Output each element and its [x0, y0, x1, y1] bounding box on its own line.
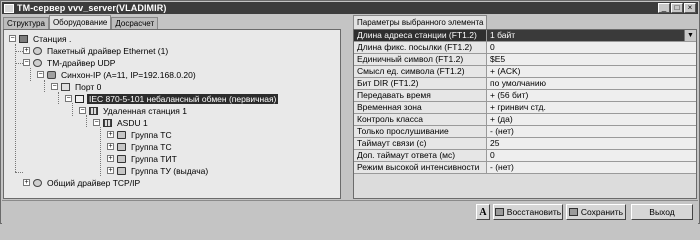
property-row[interactable]: Единичный символ (FT1.2) $E5: [354, 54, 696, 66]
asdu-icon: [103, 118, 112, 127]
structure-panel: Структура Оборудование Досрасчет − Станц…: [3, 15, 343, 199]
property-row[interactable]: Передавать время + (56 бит): [354, 90, 696, 102]
tree-node-group-ts-2[interactable]: + Группа ТС: [107, 141, 174, 152]
network-driver-icon: [33, 46, 42, 55]
group-icon: [117, 142, 126, 151]
tree-node-port[interactable]: − Порт 0: [51, 81, 103, 92]
property-row[interactable]: Доп. таймаут ответа (мс) 0: [354, 150, 696, 162]
tree-node-station[interactable]: − Станция .: [9, 33, 73, 44]
save-button[interactable]: Сохранить: [566, 204, 626, 220]
property-row[interactable]: Таймаут связи (с) 25: [354, 138, 696, 150]
property-row[interactable]: Смысл ед. символа (FT1.2) + (ACK): [354, 66, 696, 78]
protocol-icon: [75, 94, 84, 103]
tab-equipment[interactable]: Оборудование: [48, 15, 112, 30]
tree-node-ethernet-driver[interactable]: + Пакетный драйвер Ethernet (1): [23, 45, 170, 56]
bottom-toolbar: A Восстановить Сохранить Выход: [2, 200, 698, 224]
app-icon: [4, 3, 14, 13]
tree-node-group-ts-1[interactable]: + Группа ТС: [107, 129, 174, 140]
collapse-icon[interactable]: −: [51, 83, 58, 90]
property-row[interactable]: Режим высокой интенсивности - (нет): [354, 162, 696, 174]
collapse-icon[interactable]: −: [23, 59, 30, 66]
tree-node-asdu[interactable]: − ASDU 1: [93, 117, 150, 128]
app-window: TM-сервер vvv_server(VLADIMIR) _ □ × Стр…: [0, 0, 700, 224]
tree-node-udp-driver[interactable]: − TM-драйвер UDP: [23, 57, 117, 68]
title-bar[interactable]: TM-сервер vvv_server(VLADIMIR) _ □ ×: [2, 2, 698, 14]
expand-icon[interactable]: +: [23, 47, 30, 54]
remote-station-icon: [89, 106, 98, 115]
computer-icon: [19, 34, 28, 43]
font-button[interactable]: A: [476, 204, 490, 220]
left-tab-strip: Структура Оборудование Досрасчет: [3, 15, 159, 30]
tree-node-remote-station[interactable]: − Удаленная станция 1: [79, 105, 189, 116]
group-icon: [117, 154, 126, 163]
group-icon: [117, 166, 126, 175]
network-driver-icon: [33, 58, 42, 67]
collapse-icon[interactable]: −: [37, 71, 44, 78]
exit-button[interactable]: Выход: [631, 204, 693, 220]
port-icon: [61, 82, 70, 91]
maximize-button[interactable]: □: [671, 3, 683, 13]
property-row[interactable]: Длина фикс. посылки (FT1.2) 0: [354, 42, 696, 54]
close-button[interactable]: ×: [684, 3, 696, 13]
expand-icon[interactable]: +: [23, 179, 30, 186]
group-icon: [117, 130, 126, 139]
collapse-icon[interactable]: −: [93, 119, 100, 126]
collapse-icon[interactable]: −: [65, 95, 72, 102]
expand-icon[interactable]: +: [107, 167, 114, 174]
tree-node-group-tu[interactable]: + Группа ТУ (выдача): [107, 165, 210, 176]
dropdown-arrow-icon[interactable]: ▼: [684, 30, 696, 41]
expand-icon[interactable]: +: [107, 143, 114, 150]
property-grid: Длина адреса станции (FT1.2) 1 байт ▼ Дли…: [353, 29, 697, 199]
save-icon: [568, 208, 578, 216]
properties-panel: Параметры выбранного элемента Длина адре…: [353, 15, 699, 199]
tree-node-tcpip-driver[interactable]: + Общий драйвер TCP/IP: [23, 177, 142, 188]
device-icon: [47, 70, 56, 79]
restore-button[interactable]: Восстановить: [493, 204, 563, 220]
property-value-dropdown[interactable]: 1 байт ▼: [487, 30, 696, 41]
expand-icon[interactable]: +: [107, 131, 114, 138]
network-driver-icon: [33, 178, 42, 187]
tree-node-sinchon-ip[interactable]: − Синхон-IP (A=11, IP=192.168.0.20): [37, 69, 198, 80]
minimize-button[interactable]: _: [658, 3, 670, 13]
equipment-tree[interactable]: − Станция . + Пакетный драйвер Ethernet …: [3, 29, 341, 199]
expand-icon[interactable]: +: [107, 155, 114, 162]
property-row[interactable]: Длина адреса станции (FT1.2) 1 байт ▼: [354, 30, 696, 42]
property-row[interactable]: Бит DIR (FT1.2) по умолчанию: [354, 78, 696, 90]
window-controls: _ □ ×: [658, 3, 696, 13]
restore-icon: [494, 208, 504, 216]
property-row[interactable]: Временная зона + гринвич стд.: [354, 102, 696, 114]
window-title: TM-сервер vvv_server(VLADIMIR): [17, 3, 167, 13]
collapse-icon[interactable]: −: [9, 35, 16, 42]
tab-selected-params[interactable]: Параметры выбранного элемента: [353, 15, 488, 30]
collapse-icon[interactable]: −: [79, 107, 86, 114]
tree-node-iec-protocol[interactable]: − IEC 870-5-101 небалансный обмен (перви…: [65, 93, 279, 104]
property-row[interactable]: Только прослушивание - (нет): [354, 126, 696, 138]
property-row[interactable]: Контроль класса + (да): [354, 114, 696, 126]
tree-node-group-tit[interactable]: + Группа ТИТ: [107, 153, 179, 164]
